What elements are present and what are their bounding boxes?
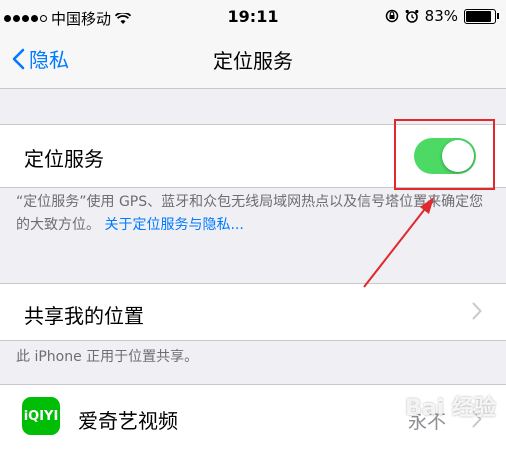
annotation-arrow bbox=[363, 197, 434, 288]
